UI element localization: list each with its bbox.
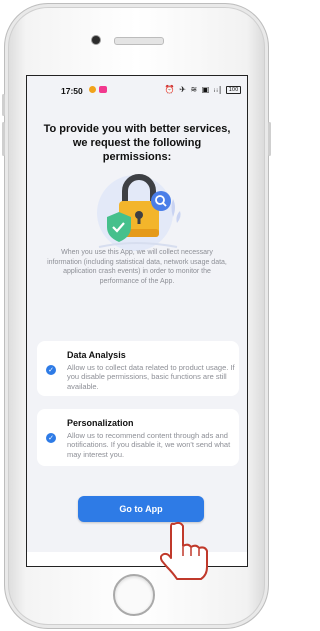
status-icons-glyphs: ⏰ ✈ ≋ ▣ ᵢᵢ| [164,85,223,94]
app-notification-icon [99,86,107,93]
status-bar: 17:50 ⏰ ✈ ≋ ▣ ᵢᵢ| 100 [27,76,247,102]
checkbox-checked-icon[interactable]: ✓ [46,365,56,375]
go-to-app-button[interactable]: Go to App [78,496,204,522]
earpiece-speaker [114,37,164,45]
padlock-illustration [97,174,181,251]
home-button[interactable] [113,574,155,616]
status-time: 17:50 [61,86,83,96]
status-icons: ⏰ ✈ ≋ ▣ ᵢᵢ| 100 [165,85,241,94]
permission-card-data-analysis: ✓ Data Analysis Allow us to collect data… [37,341,239,396]
permission-description: Allow us to recommend content through ad… [67,431,231,459]
battery-icon: 100 [226,85,241,94]
intro-text: When you use this App, we will collect n… [47,249,227,285]
volume-button [2,122,5,156]
volume-button [2,94,5,116]
phone-screen: 17:50 ⏰ ✈ ≋ ▣ ᵢᵢ| 100 To provide you wit… [26,75,248,567]
power-button [268,122,271,156]
permission-title: Personalization [67,418,134,428]
pointing-hand-icon [160,521,208,580]
front-camera [92,36,100,44]
permission-title: Data Analysis [67,350,126,360]
permission-card-personalization: ✓ Personalization Allow us to recommend … [37,409,239,466]
magnifier-icon [151,191,171,211]
app-notification-icon [89,86,96,93]
permission-description: Allow us to collect data related to prod… [67,363,235,391]
page-title: To provide you with better services, we … [43,123,231,163]
checkbox-checked-icon[interactable]: ✓ [46,433,56,443]
